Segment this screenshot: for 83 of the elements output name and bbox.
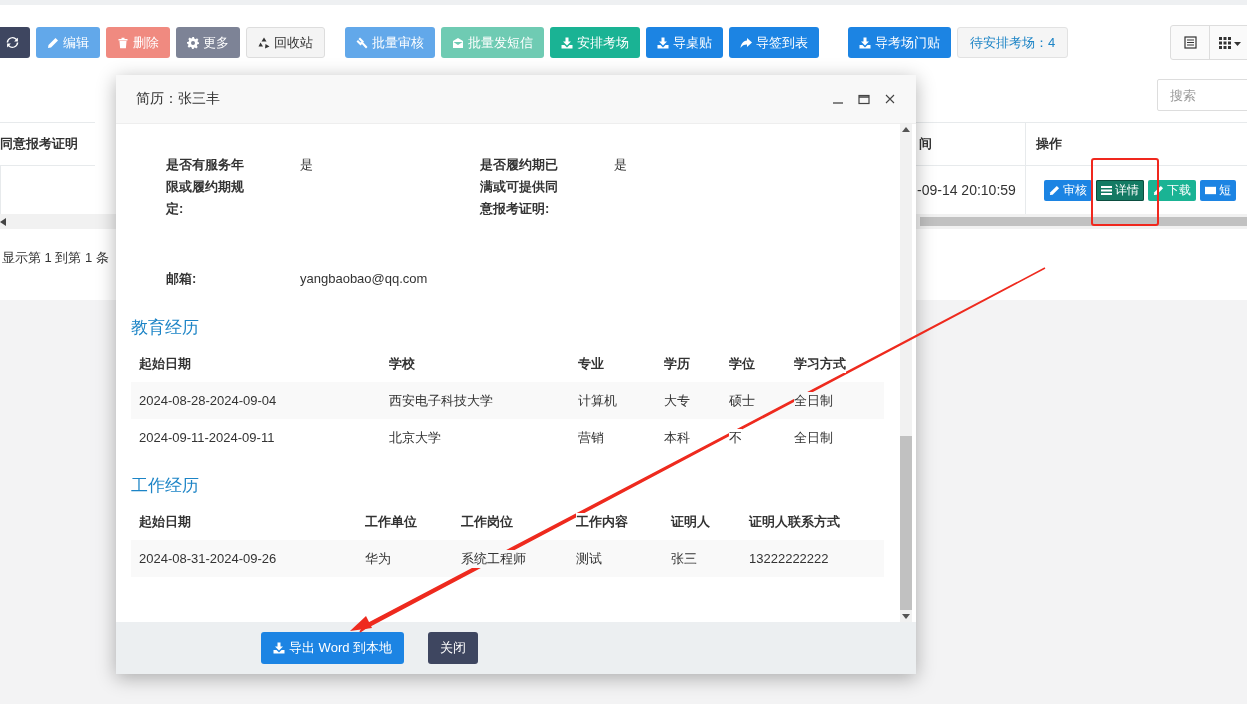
toolbar-button[interactable]: 安排考场 <box>550 27 640 58</box>
scroll-left-icon[interactable] <box>0 217 6 226</box>
row-action-button[interactable]: 详情 <box>1096 179 1144 201</box>
row-action-button[interactable]: 短 <box>1200 179 1236 201</box>
field-value: 是 <box>614 157 627 172</box>
toolbar-button[interactable]: 批量发短信 <box>441 27 544 58</box>
table-cell: 营销 <box>578 428 604 447</box>
table-cell: 北京大学 <box>389 428 441 447</box>
table-cell: 硕士 <box>729 391 755 410</box>
close-icon[interactable] <box>884 93 896 105</box>
column-header: 工作内容 <box>576 512 628 531</box>
scroll-down-icon[interactable] <box>902 613 910 619</box>
row-action-button[interactable]: 审核 <box>1044 179 1092 201</box>
toolbar-button[interactable]: 批量审核 <box>345 27 435 58</box>
table-cell: 大专 <box>664 391 690 410</box>
table-cell: 本科 <box>664 428 690 447</box>
download-icon <box>561 36 573 49</box>
table-cell: 2024-08-31-2024-09-26 <box>139 551 277 566</box>
toolbar-button[interactable]: 编辑 <box>36 27 100 58</box>
highlight-frame <box>1091 158 1159 226</box>
table-cell: 不 <box>729 428 742 447</box>
table-cell: 计算机 <box>578 391 617 410</box>
section-title: 教育经历 <box>131 317 200 339</box>
gear-icon <box>187 36 199 49</box>
toolbar-button[interactable]: 更多 <box>176 27 240 58</box>
pencil-icon <box>1049 184 1060 196</box>
table-cell: 测试 <box>576 549 602 568</box>
field-value: 是 <box>300 157 313 172</box>
table-cell: 2024-08-28-2024-09-04 <box>139 393 277 408</box>
table-cell: 西安电子科技大学 <box>389 391 493 410</box>
share-arrow-icon <box>740 36 752 49</box>
list-icon <box>1101 184 1112 196</box>
toolbar-button[interactable]: 导考场门贴 <box>848 27 951 58</box>
column-header: 证明人 <box>671 512 710 531</box>
trash-icon <box>117 36 129 49</box>
field-label: 是否履约期已满或可提供同意报考证明: <box>480 156 559 218</box>
field-label: 邮箱: <box>166 270 198 288</box>
column-header: 学习方式 <box>794 354 846 373</box>
column-header: 专业 <box>578 354 604 373</box>
column-header: 起始日期 <box>139 354 191 373</box>
table-cell: 2024-09-11-2024-09-11 <box>139 430 275 445</box>
gavel-icon <box>356 36 368 49</box>
column-header: 学校 <box>389 354 415 373</box>
refresh-icon <box>6 36 19 49</box>
toolbar-button[interactable]: 回收站 <box>246 27 325 58</box>
scroll-up-icon[interactable] <box>902 127 910 133</box>
close-button[interactable]: 关闭 <box>428 632 479 664</box>
column-header: 学历 <box>664 354 690 373</box>
pagination-info: 显示第 1 到第 1 条 <box>2 249 110 267</box>
download-icon <box>859 36 871 49</box>
table-cell: 张三 <box>671 549 697 568</box>
column-header: 起始日期 <box>139 512 191 531</box>
column-header: 工作单位 <box>365 512 417 531</box>
vertical-scrollbar[interactable] <box>900 124 912 622</box>
toolbar-button[interactable]: 删除 <box>106 27 170 58</box>
pencil-icon <box>1153 184 1164 196</box>
toolbar-button[interactable]: 导桌贴 <box>646 27 723 58</box>
toolbar-button[interactable]: 导签到表 <box>729 27 819 58</box>
column-header: 操作 <box>1025 122 1247 166</box>
section-title: 工作经历 <box>131 475 200 497</box>
grid-caret-icon <box>1218 36 1241 49</box>
table-cell: -09-14 20:10:59 <box>917 182 1016 198</box>
field-value: yangbaobao@qq.com <box>300 271 428 286</box>
column-header: 证明人联系方式 <box>749 512 840 531</box>
table-cell: 华为 <box>365 549 391 568</box>
maximize-icon[interactable] <box>858 93 870 105</box>
pencil-icon <box>47 36 59 49</box>
export-word-button[interactable]: 导出 Word 到本地 <box>261 632 405 664</box>
download-icon <box>273 642 285 654</box>
table-cell: 13222222222 <box>749 551 829 566</box>
dialog-title: 简历：张三丰 <box>136 90 221 108</box>
table-cell: 全日制 <box>794 391 833 410</box>
table-cell: 全日制 <box>794 428 833 447</box>
pending-count-badge: 待安排考场：4 <box>957 27 1069 58</box>
field-label: 是否有服务年限或履约期规定: <box>166 156 245 218</box>
download-icon <box>657 36 669 49</box>
table-cell: 系统工程师 <box>461 549 526 568</box>
column-header: 同意报考证明 <box>0 122 95 166</box>
row-action-button[interactable]: 下载 <box>1148 179 1196 201</box>
column-header: 工作岗位 <box>461 512 513 531</box>
search-field[interactable]: 搜索 <box>1157 79 1247 111</box>
column-header: 学位 <box>729 354 755 373</box>
document-list-icon <box>1183 36 1197 49</box>
